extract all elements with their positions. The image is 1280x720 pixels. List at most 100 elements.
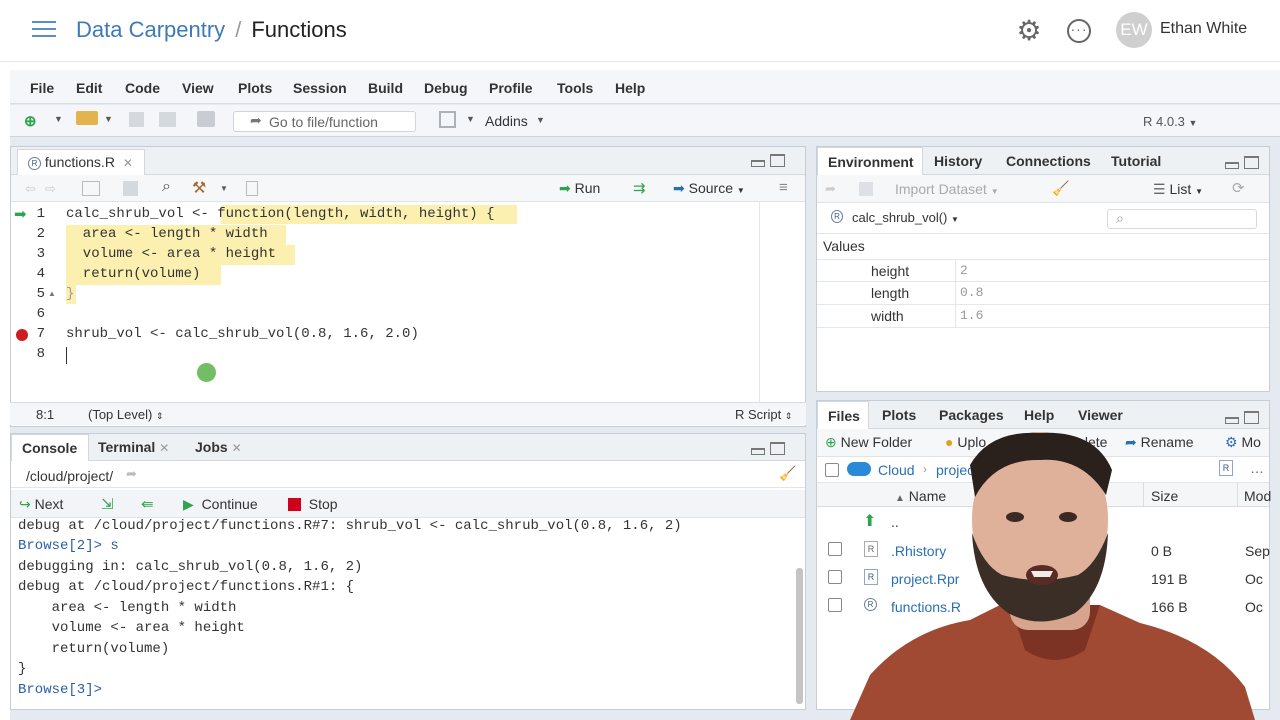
menu-build[interactable]: Build: [368, 80, 403, 96]
menu-edit[interactable]: Edit: [76, 80, 102, 96]
code-tools-dropdown-icon[interactable]: ▼: [220, 184, 228, 200]
settings-gear-icon[interactable]: ⚙: [1016, 17, 1042, 45]
new-file-icon[interactable]: ⊕: [24, 112, 37, 130]
environment-minmax-icon[interactable]: [1225, 156, 1259, 170]
forward-icon[interactable]: ⇨: [45, 181, 56, 197]
env-row[interactable]: height 2: [817, 259, 1269, 283]
code-tools-icon[interactable]: ⚒: [192, 178, 206, 197]
clear-workspace-icon[interactable]: 🧹: [1052, 180, 1069, 196]
refresh-icon[interactable]: ⟳: [1232, 179, 1245, 197]
debug-continue-button[interactable]: ▶ Continue: [183, 496, 258, 512]
find-icon[interactable]: ⌕: [162, 178, 171, 195]
source-minmax-icon[interactable]: [751, 154, 785, 168]
file-checkbox[interactable]: [828, 542, 842, 556]
finish-function-icon[interactable]: ⇚: [141, 495, 154, 513]
file-checkbox[interactable]: [828, 598, 842, 612]
console-minmax-icon[interactable]: [751, 442, 785, 456]
more-options-icon[interactable]: ···: [1067, 19, 1091, 43]
show-in-window-icon[interactable]: [82, 181, 100, 196]
working-directory[interactable]: /cloud/project/: [26, 468, 113, 484]
debug-stop-button[interactable]: Stop: [288, 496, 338, 512]
addins-dropdown-icon[interactable]: ▼: [536, 115, 545, 131]
menu-file[interactable]: File: [30, 80, 54, 96]
go-to-dir-icon[interactable]: ➦: [126, 466, 137, 482]
tab-functions-r[interactable]: R functions.R ✕: [17, 149, 145, 175]
close-jobs-icon[interactable]: ✕: [232, 441, 242, 455]
open-file-dropdown-icon[interactable]: ▼: [104, 114, 113, 130]
layout-dropdown-icon[interactable]: ▼: [466, 114, 475, 130]
tab-history[interactable]: History: [934, 153, 982, 169]
menu-debug[interactable]: Debug: [424, 80, 468, 96]
scope-selector[interactable]: (Top Level) ⇕: [88, 407, 163, 422]
code-editor[interactable]: ➡ ▲ 1 2 3 4 5 6 7 8 calc_shrub_vol <- fu…: [11, 202, 805, 402]
tab-console[interactable]: Console: [11, 434, 89, 461]
environment-scope-selector[interactable]: calc_shrub_vol() ▼: [852, 210, 959, 225]
tab-terminal[interactable]: Terminal ✕: [98, 439, 169, 455]
cursor-position: 8:1: [36, 407, 55, 422]
rerun-icon[interactable]: ⇉: [633, 179, 646, 197]
load-workspace-icon[interactable]: ➦: [825, 181, 836, 197]
tab-tutorial[interactable]: Tutorial: [1111, 153, 1161, 169]
run-button[interactable]: ➡ Run: [559, 180, 600, 196]
close-tab-icon[interactable]: ✕: [123, 156, 133, 170]
code-line: }: [66, 286, 75, 302]
back-icon[interactable]: ⇦: [25, 181, 36, 197]
menu-help[interactable]: Help: [615, 80, 645, 96]
env-row[interactable]: width 1.6: [817, 305, 1269, 328]
view-mode-selector[interactable]: ☰ List ▼: [1153, 181, 1203, 197]
console-scrollbar[interactable]: [796, 568, 803, 704]
fold-marker-icon[interactable]: ▲: [48, 289, 56, 298]
new-file-dropdown-icon[interactable]: ▼: [54, 114, 63, 130]
print-icon[interactable]: [197, 111, 215, 127]
hamburger-menu-icon[interactable]: [32, 21, 56, 39]
menu-session[interactable]: Session: [293, 80, 347, 96]
tab-packages[interactable]: Packages: [939, 407, 1004, 423]
tab-help[interactable]: Help: [1024, 407, 1054, 423]
source-status-bar: 8:1 (Top Level) ⇕ R Script ⇕: [10, 402, 806, 425]
debug-next-button[interactable]: ↪ Next: [19, 496, 63, 512]
env-row[interactable]: length 0.8: [817, 282, 1269, 305]
tab-plots[interactable]: Plots: [882, 407, 916, 423]
open-file-icon[interactable]: [76, 111, 98, 125]
select-all-checkbox[interactable]: [825, 463, 839, 477]
files-minmax-icon[interactable]: [1225, 411, 1259, 425]
clear-console-icon[interactable]: 🧹: [779, 465, 796, 482]
text-cursor: [66, 347, 67, 364]
file-checkbox[interactable]: [828, 570, 842, 584]
code-line: area <- length * width: [66, 226, 268, 242]
variable-name: height: [871, 263, 910, 279]
menu-view[interactable]: View: [182, 80, 214, 96]
user-name[interactable]: Ethan White: [1160, 20, 1247, 38]
save-icon[interactable]: [129, 112, 144, 127]
tab-viewer[interactable]: Viewer: [1078, 407, 1123, 423]
menu-bar: File Edit Code View Plots Session Build …: [10, 70, 1280, 104]
close-terminal-icon[interactable]: ✕: [159, 441, 169, 455]
menu-code[interactable]: Code: [125, 80, 160, 96]
document-outline-icon[interactable]: ≡: [779, 179, 788, 196]
console-prompt[interactable]: Browse[3]>: [18, 682, 110, 698]
file-type-selector[interactable]: R Script ⇕: [735, 407, 792, 422]
menu-tools[interactable]: Tools: [557, 80, 593, 96]
import-dataset-button[interactable]: Import Dataset ▼: [895, 181, 999, 197]
workspace-link[interactable]: Data Carpentry: [76, 17, 225, 42]
menu-plots[interactable]: Plots: [238, 80, 272, 96]
step-into-icon[interactable]: ⇲: [101, 495, 114, 513]
new-folder-icon: ⊕: [825, 434, 837, 450]
addins-button[interactable]: Addins: [485, 113, 528, 129]
save-all-icon[interactable]: [159, 112, 176, 127]
environment-toolbar: ➦ Import Dataset ▼ 🧹 ☰ List ▼ ⟳: [817, 175, 1269, 203]
tab-connections[interactable]: Connections: [1006, 153, 1091, 169]
environment-search-input[interactable]: ⌕: [1107, 209, 1257, 229]
source-button[interactable]: ➡ Source ▼: [673, 180, 745, 196]
tab-jobs[interactable]: Jobs ✕: [195, 439, 242, 455]
menu-profile[interactable]: Profile: [489, 80, 533, 96]
compile-report-icon[interactable]: [246, 181, 258, 196]
tab-environment[interactable]: Environment: [817, 147, 923, 175]
source-save-icon[interactable]: [123, 181, 138, 196]
project-title: Functions: [251, 17, 347, 42]
save-workspace-icon[interactable]: [859, 182, 873, 196]
r-version-selector[interactable]: R 4.0.3 ▼: [1143, 114, 1197, 129]
pane-layout-icon[interactable]: [439, 111, 456, 128]
line-number: 1: [36, 206, 45, 222]
user-avatar[interactable]: EW: [1116, 12, 1152, 48]
